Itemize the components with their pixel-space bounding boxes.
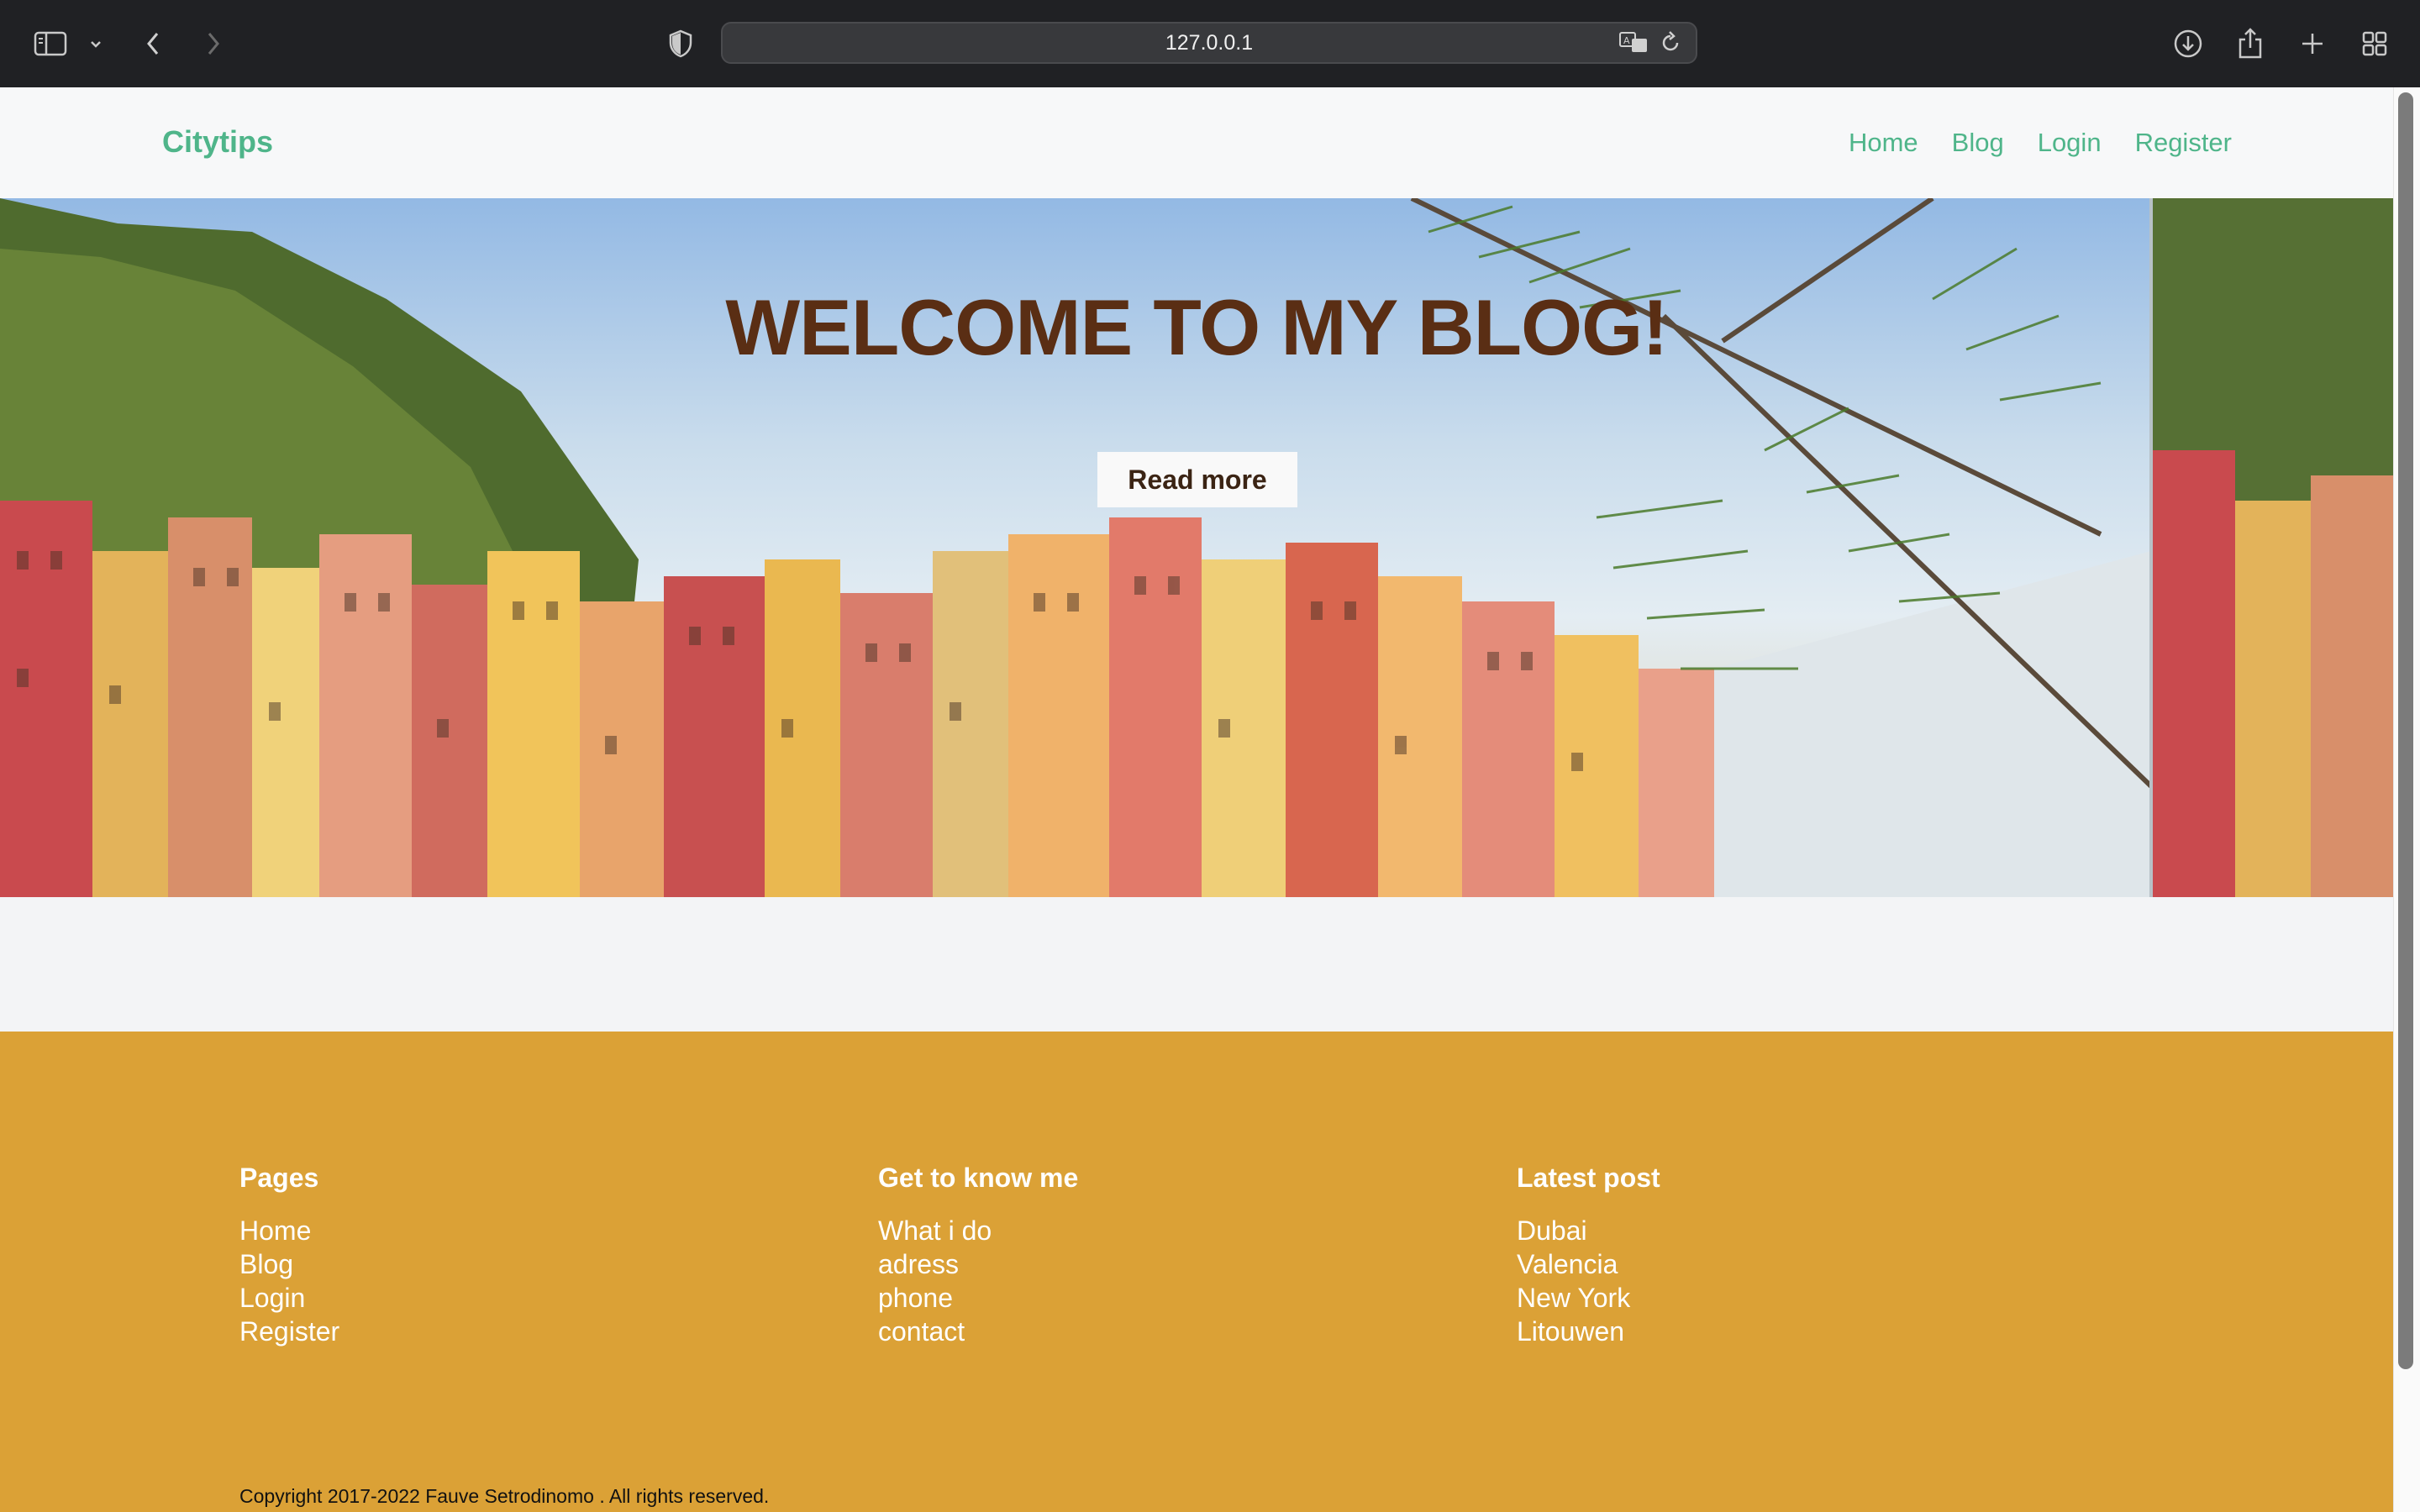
hero-banner: WELCOME TO MY BLOG! Read more (0, 198, 2393, 897)
svg-text:A: A (1623, 35, 1630, 46)
downloads-icon[interactable] (2170, 25, 2207, 62)
brand-logo[interactable]: Citytips (162, 124, 273, 160)
site-footer: Pages Home Blog Login Register Get to kn… (0, 1032, 2393, 1512)
footer-link-valencia[interactable]: Valencia (1517, 1247, 1660, 1281)
nav-register[interactable]: Register (2135, 128, 2232, 158)
footer-link-adress[interactable]: adress (878, 1247, 1078, 1281)
footer-column-latest-post: Latest post Dubai Valencia New York Lito… (1517, 1163, 1660, 1348)
footer-link-dubai[interactable]: Dubai (1517, 1214, 1660, 1247)
footer-link-what-i-do[interactable]: What i do (878, 1214, 1078, 1247)
footer-link-login[interactable]: Login (239, 1281, 339, 1315)
url-text: 127.0.0.1 (1165, 30, 1254, 55)
read-more-button[interactable]: Read more (1097, 452, 1297, 507)
site-navbar: Citytips Home Blog Login Register (0, 87, 2393, 198)
footer-link-contact[interactable]: contact (878, 1315, 1078, 1348)
footer-link-blog[interactable]: Blog (239, 1247, 339, 1281)
footer-link-home[interactable]: Home (239, 1214, 339, 1247)
browser-toolbar: 127.0.0.1 A (0, 0, 2420, 88)
copyright-text: Copyright 2017-2022 Fauve Setrodinomo . … (239, 1485, 770, 1507)
nav-home[interactable]: Home (1849, 128, 1918, 158)
footer-column-pages: Pages Home Blog Login Register (239, 1163, 339, 1348)
chevron-down-icon[interactable] (77, 25, 114, 62)
sidebar-toggle-icon[interactable] (32, 25, 69, 62)
nav-blog[interactable]: Blog (1952, 128, 2004, 158)
nav-login[interactable]: Login (2038, 128, 2102, 158)
footer-column-title: Get to know me (878, 1163, 1079, 1193)
tab-overview-icon[interactable] (2356, 25, 2393, 62)
back-icon[interactable] (134, 25, 171, 62)
hero-title: WELCOME TO MY BLOG! (725, 283, 1668, 371)
scrollbar-thumb[interactable] (2398, 92, 2413, 1369)
reload-icon[interactable] (1659, 30, 1682, 60)
privacy-shield-icon[interactable] (662, 25, 699, 62)
new-tab-icon[interactable] (2294, 25, 2331, 62)
footer-link-new-york[interactable]: New York (1517, 1281, 1660, 1315)
footer-column-about: Get to know me What i do adress phone co… (878, 1163, 1078, 1348)
footer-column-title: Latest post (1517, 1163, 1660, 1193)
translate-icon[interactable]: A (1618, 30, 1650, 60)
address-bar[interactable]: 127.0.0.1 A (721, 22, 1697, 64)
share-icon[interactable] (2232, 25, 2269, 62)
nav-links: Home Blog Login Register (1849, 128, 2232, 158)
forward-icon[interactable] (195, 25, 232, 62)
footer-link-register[interactable]: Register (239, 1315, 339, 1348)
footer-column-title: Pages (239, 1163, 319, 1193)
footer-link-litouwen[interactable]: Litouwen (1517, 1315, 1660, 1348)
footer-link-phone[interactable]: phone (878, 1281, 1078, 1315)
